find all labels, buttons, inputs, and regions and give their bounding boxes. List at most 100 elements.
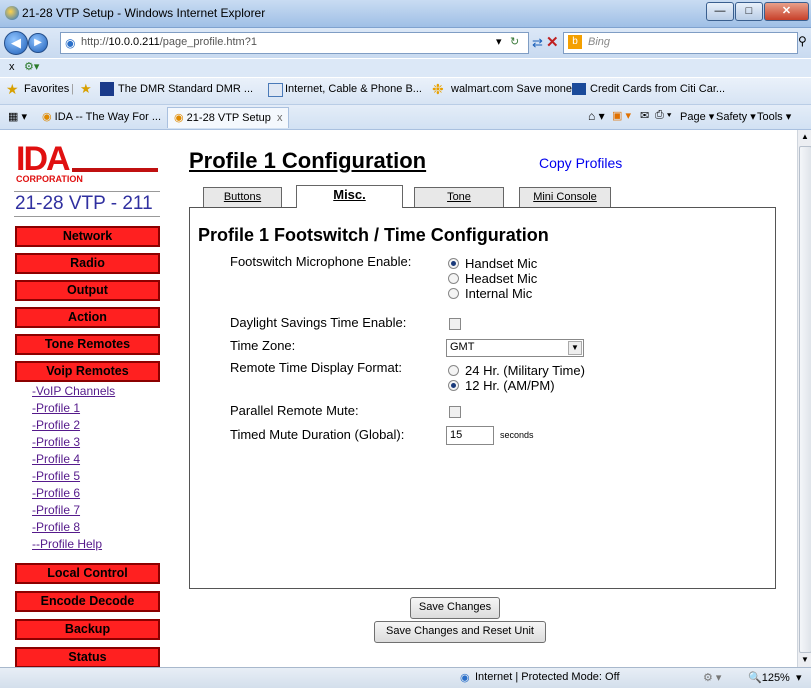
home-icon[interactable]: ⌂ ▾	[588, 109, 605, 123]
save-changes-button[interactable]: Save Changes	[410, 597, 500, 619]
scroll-thumb[interactable]	[799, 146, 811, 653]
radio-24-hour[interactable]: 24 Hr. (Military Time)	[448, 363, 585, 378]
mail-icon[interactable]: ✉	[640, 109, 649, 122]
url-host: 10.0.0.211	[108, 36, 160, 48]
config-panel: Profile 1 Footswitch / Time Configuratio…	[189, 207, 776, 589]
timed-mute-input[interactable]: 15	[446, 426, 494, 445]
nav-encode-decode[interactable]: Encode Decode	[15, 591, 160, 612]
nav-tone-remotes[interactable]: Tone Remotes	[15, 334, 160, 355]
link-profile-2[interactable]: -Profile 2	[32, 418, 80, 432]
quick-tabs-icon[interactable]: ▦ ▾	[2, 107, 33, 127]
nav-network[interactable]: Network	[15, 226, 160, 247]
nav-status[interactable]: Status	[15, 647, 160, 667]
parallel-mute-checkbox[interactable]	[449, 406, 461, 418]
browser-tab-1[interactable]: ◉ IDA -- The Way For ...	[36, 107, 169, 127]
tab-misc[interactable]: Misc.	[296, 185, 403, 208]
bing-icon: b	[568, 35, 582, 49]
link-profile-8[interactable]: -Profile 8	[32, 520, 80, 534]
link-profile-1[interactable]: -Profile 1	[32, 401, 80, 415]
link-voip-channels[interactable]: -VoIP Channels	[32, 384, 115, 398]
browser-tab-2[interactable]: ◉ 21-28 VTP Setup x	[167, 107, 290, 128]
search-icon[interactable]: ⚲	[798, 34, 807, 48]
print-icon[interactable]: ⎙ ▾	[655, 109, 671, 122]
chevron-down-icon: ▼	[568, 341, 582, 355]
nav-radio[interactable]: Radio	[15, 253, 160, 274]
link-profile-3[interactable]: -Profile 3	[32, 435, 80, 449]
window-title: 21-28 VTP Setup - Windows Internet Explo…	[22, 6, 266, 20]
link-profile-7[interactable]: -Profile 7	[32, 503, 80, 517]
favorites-star-icon: ★	[6, 81, 19, 97]
compat-icon[interactable]: ⇄	[532, 35, 543, 51]
favorite-link-4[interactable]: Credit Cards from Citi Car...	[590, 83, 725, 95]
parallel-mute-label: Parallel Remote Mute:	[230, 403, 359, 418]
timezone-label: Time Zone:	[230, 338, 296, 353]
page-icon: ◉	[65, 36, 76, 50]
scroll-up-icon[interactable]: ▲	[799, 130, 811, 144]
safety-menu[interactable]: Safety ▾	[716, 110, 756, 123]
menu-bar: x ⚙▾	[0, 59, 811, 77]
walmart-icon: ❉	[432, 81, 444, 97]
citi-icon	[572, 83, 586, 95]
link-profile-5[interactable]: -Profile 5	[32, 469, 80, 483]
protected-mode-icon[interactable]: ⚙ ▾	[703, 671, 721, 684]
nav-voip-remotes[interactable]: Voip Remotes	[15, 361, 160, 382]
seconds-unit: seconds	[500, 430, 534, 440]
address-bar[interactable]: ◉ http://10.0.0.211/page_profile.htm?1 ▾…	[60, 32, 529, 54]
menu-x[interactable]: x	[9, 61, 15, 73]
link-profile-help[interactable]: --Profile Help	[32, 537, 102, 551]
tab-tone[interactable]: Tone	[414, 187, 504, 208]
search-placeholder: Bing	[588, 36, 611, 48]
page-content: IDA CORPORATION 21-28 VTP - 211 Network …	[0, 130, 797, 667]
device-name: 21-28 VTP - 211	[15, 193, 153, 214]
minimize-button[interactable]: —	[706, 2, 734, 21]
close-window-button[interactable]: ✕	[764, 2, 809, 21]
tab-bar: ▦ ▾ ◉ IDA -- The Way For ... ◉ 21-28 VTP…	[0, 105, 811, 130]
feeds-icon[interactable]: ▣ ▾	[612, 109, 631, 122]
radio-12-hour[interactable]: 12 Hr. (AM/PM)	[448, 378, 555, 393]
maximize-button[interactable]: □	[735, 2, 763, 21]
scroll-down-icon[interactable]: ▼	[799, 653, 811, 667]
link-profile-4[interactable]: -Profile 4	[32, 452, 80, 466]
footswitch-label: Footswitch Microphone Enable:	[230, 254, 412, 269]
favorite-link-1[interactable]: The DMR Standard DMR ...	[118, 83, 253, 95]
favorites-button[interactable]: Favorites	[24, 83, 69, 95]
forward-button[interactable]: ▶	[28, 33, 48, 53]
nav-output[interactable]: Output	[15, 280, 160, 301]
dst-checkbox[interactable]	[449, 318, 461, 330]
add-favorite-icon[interactable]: ★	[80, 81, 92, 97]
zoom-level[interactable]: 🔍125%	[748, 671, 790, 684]
radio-headset-mic[interactable]: Headset Mic	[448, 271, 537, 286]
search-box[interactable]: b Bing	[563, 32, 798, 54]
tab-close-icon[interactable]: x	[277, 112, 283, 124]
page-menu[interactable]: Page ▾	[680, 110, 714, 123]
refresh-icon[interactable]: ↻	[510, 35, 519, 48]
addon-icon[interactable]: ⚙▾	[24, 60, 39, 73]
copy-profiles-link[interactable]: Copy Profiles	[539, 155, 622, 171]
format-label: Remote Time Display Format:	[230, 360, 402, 375]
nav-action[interactable]: Action	[15, 307, 160, 328]
nav-local-control[interactable]: Local Control	[15, 563, 160, 584]
radio-internal-mic[interactable]: Internal Mic	[448, 286, 532, 301]
tab-mini-console[interactable]: Mini Console	[519, 187, 611, 208]
dropdown-icon[interactable]: ▾	[496, 35, 502, 48]
window-title-bar: 21-28 VTP Setup - Windows Internet Explo…	[0, 0, 811, 28]
favorite-link-2[interactable]: Internet, Cable & Phone B...	[285, 83, 422, 95]
section-title: Profile 1 Footswitch / Time Configuratio…	[198, 225, 549, 245]
link-profile-6[interactable]: -Profile 6	[32, 486, 80, 500]
separator: |	[71, 83, 74, 95]
nav-backup[interactable]: Backup	[15, 619, 160, 640]
zoom-dropdown-icon[interactable]: ▾	[796, 671, 802, 684]
cable-site-icon	[268, 83, 283, 97]
zone-status: Internet | Protected Mode: Off	[475, 671, 620, 683]
globe-icon: ◉	[460, 672, 470, 684]
tab-buttons[interactable]: Buttons	[203, 187, 282, 208]
timezone-select[interactable]: GMT ▼	[446, 339, 584, 357]
back-button[interactable]: ◀	[4, 31, 28, 55]
vertical-scrollbar[interactable]: ▲ ▼	[797, 130, 811, 667]
tools-menu[interactable]: Tools ▾	[757, 110, 791, 123]
save-reset-button[interactable]: Save Changes and Reset Unit	[374, 621, 546, 643]
favorite-link-3[interactable]: walmart.com Save money...	[451, 83, 586, 95]
status-bar: ◉ Internet | Protected Mode: Off ⚙ ▾ 🔍12…	[0, 667, 811, 688]
stop-icon[interactable]: ✕	[546, 33, 559, 51]
radio-handset-mic[interactable]: Handset Mic	[448, 256, 537, 271]
